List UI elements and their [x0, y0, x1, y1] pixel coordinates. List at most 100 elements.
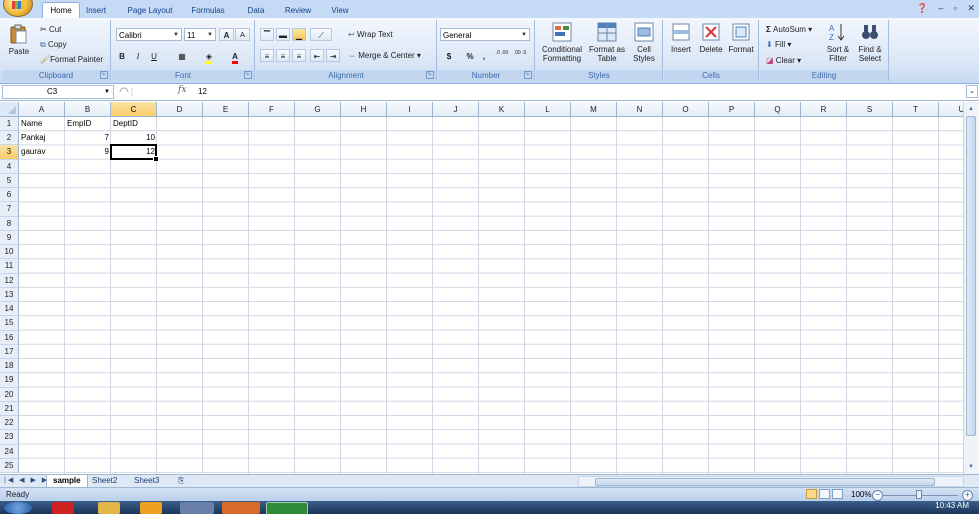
fill-button[interactable]: ⬇ Fill ▾ — [766, 40, 791, 49]
minimize-icon[interactable]: – — [938, 3, 943, 13]
row-header-9[interactable]: 9 — [0, 230, 19, 246]
decrease-decimal-button[interactable]: .00 .0 — [512, 49, 528, 62]
row-header-17[interactable]: 17 — [0, 344, 19, 360]
cell-styles-button[interactable]: Cell Styles — [628, 22, 660, 63]
top-align-button[interactable]: ▔ — [260, 28, 274, 41]
column-header-u[interactable]: U — [939, 102, 963, 117]
row-header-22[interactable]: 22 — [0, 416, 19, 431]
paste-button[interactable]: Paste — [6, 24, 32, 56]
select-all-button[interactable] — [0, 102, 19, 117]
italic-button[interactable]: I — [132, 49, 144, 62]
row-header-3[interactable]: 3 — [0, 145, 19, 160]
insert-function-button[interactable]: fx — [178, 85, 186, 95]
column-header-g[interactable]: G — [295, 102, 341, 117]
tab-formulas[interactable]: Formulas — [187, 3, 229, 18]
autosum-button[interactable]: Σ AutoSum ▾ — [766, 25, 812, 34]
zoom-level[interactable]: 100% — [851, 490, 871, 499]
page-break-view-icon[interactable] — [832, 489, 843, 499]
align-center-button[interactable]: ≡ — [276, 49, 290, 62]
grow-font-button[interactable]: A — [219, 28, 234, 41]
cell-a1[interactable]: Name — [19, 117, 65, 131]
delete-cells-button[interactable]: Delete — [696, 22, 726, 54]
horizontal-scroll-thumb[interactable] — [595, 478, 935, 486]
excel-taskbar-icon[interactable] — [266, 502, 308, 514]
alignment-launcher-icon[interactable]: ↘ — [426, 71, 434, 79]
fill-color-button[interactable]: ◈ — [198, 49, 220, 64]
close-icon[interactable]: ✕ — [967, 3, 975, 14]
row-header-16[interactable]: 16 — [0, 330, 19, 345]
tab-page-layout[interactable]: Page Layout — [122, 3, 178, 18]
underline-button[interactable]: U — [148, 49, 160, 62]
cell-a3[interactable]: gaurav — [19, 145, 65, 159]
row-header-5[interactable]: 5 — [0, 173, 19, 189]
scroll-down-icon[interactable]: ▼ — [966, 462, 976, 472]
vertical-scroll-thumb[interactable] — [966, 116, 976, 436]
wrap-text-button[interactable]: ↩ Wrap Text — [348, 30, 393, 39]
percent-button[interactable]: % — [464, 49, 476, 62]
row-header-1[interactable]: 1 — [0, 117, 19, 132]
middle-align-button[interactable]: ▬ — [276, 28, 290, 41]
insert-cells-button[interactable]: Insert — [666, 22, 696, 54]
row-header-6[interactable]: 6 — [0, 188, 19, 203]
office-button[interactable] — [3, 0, 33, 17]
increase-indent-button[interactable]: ⇥ — [326, 49, 340, 62]
name-box[interactable]: C3 ▼ — [2, 85, 114, 99]
worksheet-grid[interactable]: ABCDEFGHIJKLMNOPQRSTU 1 2 3 4 5 6 7 8 9 10 11 12 13 1… — [0, 102, 963, 474]
start-button[interactable] — [4, 502, 32, 514]
cells-area[interactable]: Name EmpID DeptID Pankaj 7 10 gaurav 9 12 — [19, 117, 963, 474]
increase-decimal-button[interactable]: .0 .00 — [494, 49, 510, 62]
column-header-k[interactable]: K — [479, 102, 525, 117]
expand-formula-bar-icon[interactable]: ⌄ — [966, 85, 978, 98]
firefox-icon[interactable] — [222, 502, 260, 514]
vertical-scrollbar[interactable]: ▲ ▼ — [963, 102, 979, 474]
active-cell-outline[interactable] — [110, 144, 159, 162]
row-header-11[interactable]: 11 — [0, 259, 19, 274]
column-header-o[interactable]: O — [663, 102, 709, 117]
column-header-r[interactable]: R — [801, 102, 847, 117]
number-launcher-icon[interactable]: ↘ — [524, 71, 532, 79]
page-layout-view-icon[interactable] — [819, 489, 830, 499]
zoom-in-icon[interactable]: + — [962, 490, 973, 501]
column-header-h[interactable]: H — [341, 102, 387, 117]
cell-c2[interactable]: 10 — [111, 131, 157, 145]
merge-center-button[interactable]: ⇔ Merge & Center ▾ — [348, 51, 421, 60]
cell-a2[interactable]: Pankaj — [19, 131, 65, 145]
copy-button[interactable]: ⧉ Copy — [40, 40, 67, 50]
cell-b2[interactable]: 7 — [65, 131, 111, 145]
taskbar-app-icon[interactable] — [52, 502, 74, 514]
column-header-m[interactable]: M — [571, 102, 617, 117]
column-header-n[interactable]: N — [617, 102, 663, 117]
tab-view[interactable]: View — [326, 3, 354, 18]
row-header-2[interactable]: 2 — [0, 131, 19, 146]
cell-b1[interactable]: EmpID — [65, 117, 111, 131]
shrink-font-button[interactable]: A — [235, 28, 250, 41]
row-header-21[interactable]: 21 — [0, 401, 19, 417]
format-painter-button[interactable]: 🖌Format Painter — [40, 55, 103, 64]
row-header-8[interactable]: 8 — [0, 216, 19, 231]
folder-icon[interactable] — [98, 502, 120, 514]
row-header-4[interactable]: 4 — [0, 159, 19, 174]
column-header-q[interactable]: Q — [755, 102, 801, 117]
column-header-j[interactable]: J — [433, 102, 479, 117]
insert-sheet-icon[interactable]: ⎘ — [172, 475, 190, 487]
column-header-t[interactable]: T — [893, 102, 939, 117]
sheet-tab-sheet2[interactable]: Sheet2 — [86, 475, 123, 487]
horizontal-scrollbar[interactable] — [578, 476, 964, 487]
row-header-24[interactable]: 24 — [0, 444, 19, 459]
row-header-25[interactable]: 25 — [0, 458, 19, 473]
row-header-23[interactable]: 23 — [0, 430, 19, 445]
align-left-button[interactable]: ≡ — [260, 49, 274, 62]
cell-c1[interactable]: DeptID — [111, 117, 157, 131]
column-header-l[interactable]: L — [525, 102, 571, 117]
column-header-c[interactable]: C — [111, 102, 157, 117]
clear-button[interactable]: ◪ Clear ▾ — [766, 56, 801, 65]
conditional-formatting-button[interactable]: Conditional Formatting — [538, 22, 586, 63]
row-header-12[interactable]: 12 — [0, 273, 19, 288]
font-size-combo[interactable]: 11 ▼ — [184, 28, 216, 41]
row-header-13[interactable]: 13 — [0, 287, 19, 303]
font-name-combo[interactable]: Calibri ▼ — [116, 28, 182, 41]
column-header-s[interactable]: S — [847, 102, 893, 117]
formula-input[interactable]: 12 — [198, 85, 978, 99]
column-header-p[interactable]: P — [709, 102, 755, 117]
cell-b3[interactable]: 9 — [65, 145, 111, 159]
